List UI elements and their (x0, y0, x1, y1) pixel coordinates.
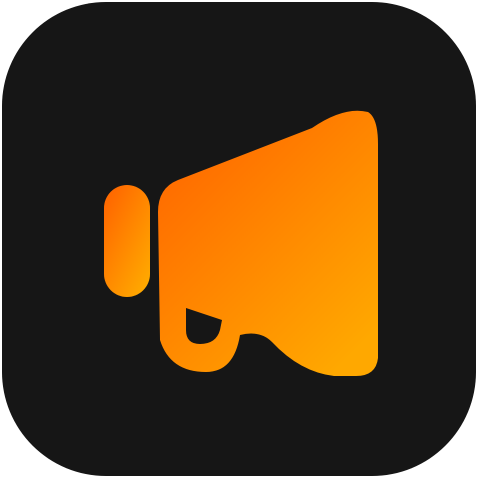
megaphone-rear-cap (104, 185, 150, 297)
megaphone-app-icon-graphic (2, 2, 476, 476)
app-icon[interactable] (0, 0, 478, 478)
